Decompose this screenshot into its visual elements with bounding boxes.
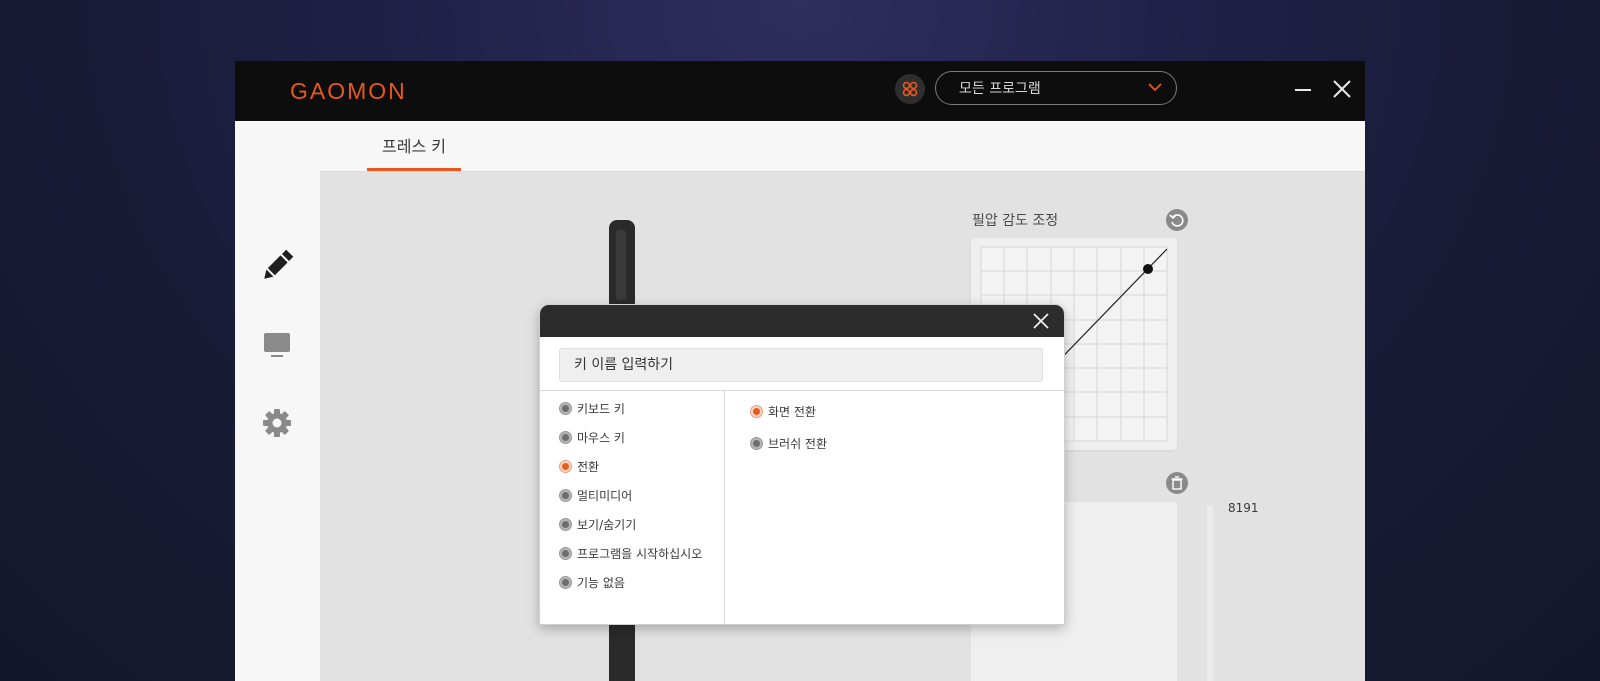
key-assign-dialog: 키보드 키 마우스 키 전환 멀티미디어 보기/숨기기 프로그램을 시작하십시오… xyxy=(539,304,1065,625)
dialog-divider xyxy=(540,390,1064,391)
minimize-button[interactable] xyxy=(1295,89,1311,91)
pressure-max-value: 8191 xyxy=(1228,501,1259,515)
radio-button[interactable] xyxy=(559,401,572,415)
radio-button[interactable] xyxy=(750,436,763,450)
key-name-input[interactable] xyxy=(559,348,1043,382)
reset-curve-button[interactable] xyxy=(1166,209,1188,231)
radio-button-selected[interactable] xyxy=(559,459,572,473)
radio-button[interactable] xyxy=(559,546,572,560)
radio-button[interactable] xyxy=(559,488,572,502)
tab-press-keys[interactable]: 프레스 키 xyxy=(367,121,461,171)
monitor-icon[interactable] xyxy=(257,325,297,365)
close-window-button[interactable] xyxy=(1332,79,1352,99)
category-show-hide[interactable]: 보기/숨기기 xyxy=(559,514,636,534)
dialog-close-button[interactable] xyxy=(1033,313,1049,329)
tab-active-indicator xyxy=(367,168,461,171)
option-brush-switch[interactable]: 브러쉬 전환 xyxy=(750,433,827,453)
trash-icon xyxy=(1171,476,1183,490)
option-screen-switch[interactable]: 화면 전환 xyxy=(750,401,816,421)
title-bar: GAOMON 모든 프로그램 xyxy=(235,61,1365,121)
category-mouse-keys[interactable]: 마우스 키 xyxy=(559,427,625,447)
dialog-header xyxy=(540,305,1064,337)
sidebar xyxy=(235,121,320,681)
category-switch[interactable]: 전환 xyxy=(559,456,599,476)
category-no-function[interactable]: 기능 없음 xyxy=(559,572,625,592)
category-multimedia[interactable]: 멀티미디어 xyxy=(559,485,632,505)
chevron-down-icon xyxy=(1148,83,1162,92)
radio-button-selected[interactable] xyxy=(750,404,763,418)
tab-label: 프레스 키 xyxy=(382,137,446,156)
pressure-level-bar xyxy=(1207,505,1213,681)
undo-icon xyxy=(1169,214,1184,227)
radio-button[interactable] xyxy=(559,575,572,589)
clover-icon xyxy=(902,81,918,97)
delete-button[interactable] xyxy=(1166,472,1188,494)
gaomon-logo: GAOMON xyxy=(290,78,407,104)
pen-icon[interactable] xyxy=(257,246,297,286)
dialog-column-divider xyxy=(724,391,725,624)
radio-button[interactable] xyxy=(559,517,572,531)
radio-button[interactable] xyxy=(559,430,572,444)
grid-menu-button[interactable] xyxy=(895,74,925,104)
category-keyboard-keys[interactable]: 키보드 키 xyxy=(559,398,625,418)
pressure-curve-title: 필압 감도 조정 xyxy=(972,213,1059,229)
tab-bar: 프레스 키 xyxy=(320,121,1365,172)
category-launch-program[interactable]: 프로그램을 시작하십시오 xyxy=(559,543,702,563)
curve-control-point[interactable] xyxy=(1143,264,1153,274)
program-select-value: 모든 프로그램 xyxy=(959,81,1041,97)
program-select-dropdown[interactable]: 모든 프로그램 xyxy=(935,71,1177,105)
gear-icon[interactable] xyxy=(257,403,297,443)
